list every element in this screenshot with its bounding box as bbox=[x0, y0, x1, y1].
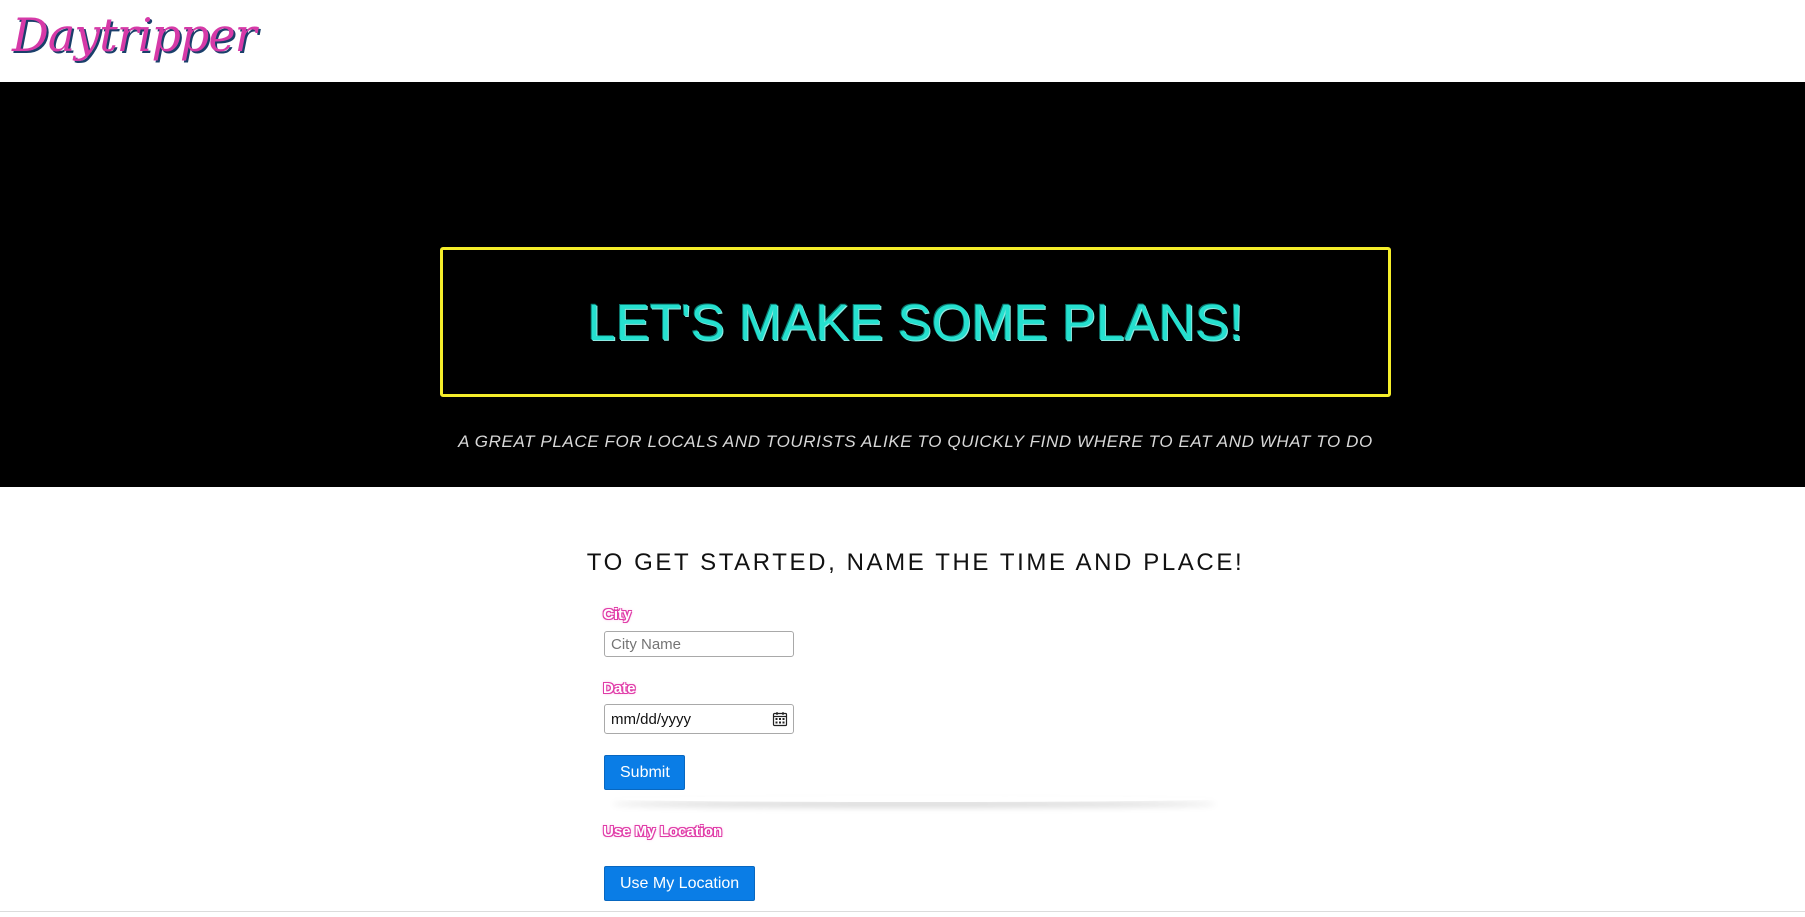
hero-title: LET'S MAKE SOME PLANS! bbox=[587, 293, 1244, 351]
date-label: Date bbox=[603, 680, 636, 697]
calendar-icon[interactable] bbox=[772, 711, 788, 727]
page: Daytripper LET'S MAKE SOME PLANS! A GREA… bbox=[0, 0, 1805, 917]
hero-title-box: LET'S MAKE SOME PLANS! bbox=[440, 247, 1391, 397]
form-heading: TO GET STARTED, NAME THE TIME AND PLACE! bbox=[586, 549, 1245, 576]
site-header: Daytripper bbox=[0, 0, 1805, 82]
city-input[interactable] bbox=[604, 631, 794, 657]
section-divider bbox=[612, 796, 1216, 802]
date-input[interactable]: mm/dd/yyyy bbox=[604, 704, 794, 734]
use-location-button[interactable]: Use My Location bbox=[604, 866, 755, 901]
bottom-rule bbox=[0, 911, 1805, 912]
use-location-label: Use My Location bbox=[603, 823, 723, 840]
city-label: City bbox=[603, 606, 632, 623]
site-logo[interactable]: Daytripper bbox=[12, 4, 257, 66]
submit-button[interactable]: Submit bbox=[604, 755, 685, 790]
hero-subtitle: A GREAT PLACE FOR LOCALS AND TOURISTS AL… bbox=[458, 432, 1373, 451]
hero-banner: LET'S MAKE SOME PLANS! A GREAT PLACE FOR… bbox=[0, 82, 1805, 487]
date-placeholder: mm/dd/yyyy bbox=[611, 711, 692, 728]
